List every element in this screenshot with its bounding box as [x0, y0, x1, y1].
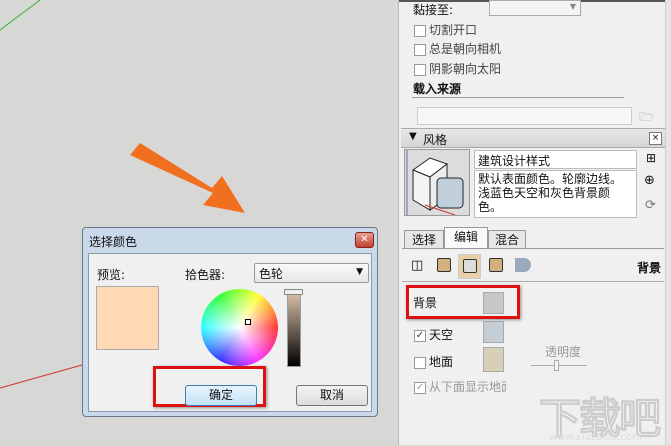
- ok-label: 确定: [208, 388, 233, 402]
- style-description-field[interactable]: 默认表面颜色。轮廓边线。浅蓝色天空和灰色背景颜色。: [474, 170, 637, 218]
- transparency-slider-handle[interactable]: [554, 360, 559, 371]
- load-source-heading: 载入来源: [413, 82, 462, 96]
- sky-color-swatch[interactable]: [483, 321, 504, 343]
- load-source-field[interactable]: [417, 107, 632, 125]
- sky-label: 天空: [429, 328, 454, 342]
- checkbox-shadows-face-sun[interactable]: 阴影朝向太阳: [414, 60, 501, 77]
- wheel-cursor[interactable]: [245, 319, 251, 325]
- style-name-field[interactable]: 建筑设计样式: [474, 150, 637, 169]
- collapse-triangle-icon[interactable]: ▼: [409, 131, 417, 142]
- dialog-title: 选择颜色: [89, 235, 138, 249]
- orange-arrow-icon: [130, 143, 245, 213]
- dialog-body: 预览: 拾色器: 色轮 ▼ 确定 取消: [88, 253, 372, 412]
- background-settings-icon[interactable]: [458, 254, 481, 279]
- transparency-label: 透明度: [545, 345, 582, 359]
- checkbox-label: 切割开口: [429, 23, 478, 37]
- sky-checkbox[interactable]: ✓ 天空: [414, 326, 453, 343]
- section-title: 背景: [637, 261, 662, 275]
- show-ground-below-label: 从下面显示地面: [429, 380, 506, 394]
- show-ground-below-checkbox[interactable]: ✓ 从下面显示地面: [414, 378, 506, 395]
- scrollbar[interactable]: [665, 0, 671, 445]
- watermark-url: www.xiazaiba.com: [549, 432, 642, 443]
- style-thumbnail: [404, 149, 470, 216]
- checkbox-cut-opening[interactable]: 切割开口: [414, 21, 477, 38]
- watermark-settings-icon[interactable]: [489, 258, 503, 272]
- ok-button[interactable]: 确定: [185, 385, 257, 406]
- glue-dropdown[interactable]: ▼: [489, 0, 581, 16]
- picker-label: 拾色器:: [185, 268, 226, 282]
- color-picker-dialog: 选择颜色 ✕ 预览: 拾色器: 色轮 ▼ 确定 取消: [82, 227, 378, 417]
- modeling-settings-icon[interactable]: [515, 258, 531, 272]
- color-preview: [96, 286, 159, 350]
- ground-color-swatch[interactable]: [483, 347, 504, 372]
- tab-label: 混合: [494, 233, 519, 247]
- cancel-label: 取消: [319, 388, 344, 402]
- tab-edit[interactable]: 编辑: [444, 227, 488, 249]
- close-icon[interactable]: ×: [649, 132, 662, 145]
- color-wheel[interactable]: [201, 289, 278, 366]
- right-panel: 黏接至: ▼ 切割开口 总是朝向相机 阴影朝向太阳 载入来源 🗁 ▼ 风格 × …: [398, 0, 671, 445]
- checkbox-label: 阴影朝向太阳: [429, 62, 502, 76]
- brightness-slider[interactable]: [287, 292, 301, 367]
- picker-dropdown[interactable]: 色轮 ▼: [254, 263, 369, 283]
- tab-label: 选择: [411, 233, 436, 247]
- ground-checkbox[interactable]: 地面: [414, 353, 453, 370]
- red-axis: [0, 364, 83, 389]
- green-axis: [0, 0, 41, 31]
- checkbox-face-camera[interactable]: 总是朝向相机: [414, 40, 501, 57]
- preview-label: 预览:: [97, 268, 126, 282]
- close-icon[interactable]: ✕: [355, 232, 374, 248]
- picker-value: 色轮: [259, 267, 284, 281]
- styles-header[interactable]: ▼ 风格 ×: [401, 128, 666, 148]
- transparency-slider[interactable]: [531, 365, 587, 366]
- checkbox-label: 总是朝向相机: [429, 42, 502, 56]
- background-label: 背景: [413, 296, 438, 310]
- tab-mix[interactable]: 混合: [488, 230, 526, 249]
- create-style-icon[interactable]: ⊞: [646, 151, 656, 165]
- tab-select[interactable]: 选择: [404, 230, 444, 249]
- style-description: 默认表面颜色。轮廓边线。浅蓝色天空和灰色背景颜色。: [478, 172, 623, 214]
- chevron-down-icon: ▼: [356, 267, 363, 277]
- cancel-button[interactable]: 取消: [296, 385, 368, 406]
- glue-label: 黏接至:: [413, 3, 454, 17]
- background-color-swatch[interactable]: [483, 292, 504, 314]
- tab-label: 编辑: [453, 230, 478, 244]
- style-name: 建筑设计样式: [478, 154, 551, 168]
- face-settings-icon[interactable]: [437, 258, 451, 272]
- ground-label: 地面: [429, 355, 454, 369]
- refresh-icon[interactable]: ⟳: [645, 198, 656, 213]
- update-style-icon[interactable]: ⊕: [644, 173, 655, 188]
- styles-title: 风格: [423, 133, 448, 147]
- brightness-slider-handle[interactable]: [284, 289, 303, 295]
- folder-icon[interactable]: 🗁: [639, 108, 654, 129]
- edge-settings-icon[interactable]: ◫: [411, 258, 423, 273]
